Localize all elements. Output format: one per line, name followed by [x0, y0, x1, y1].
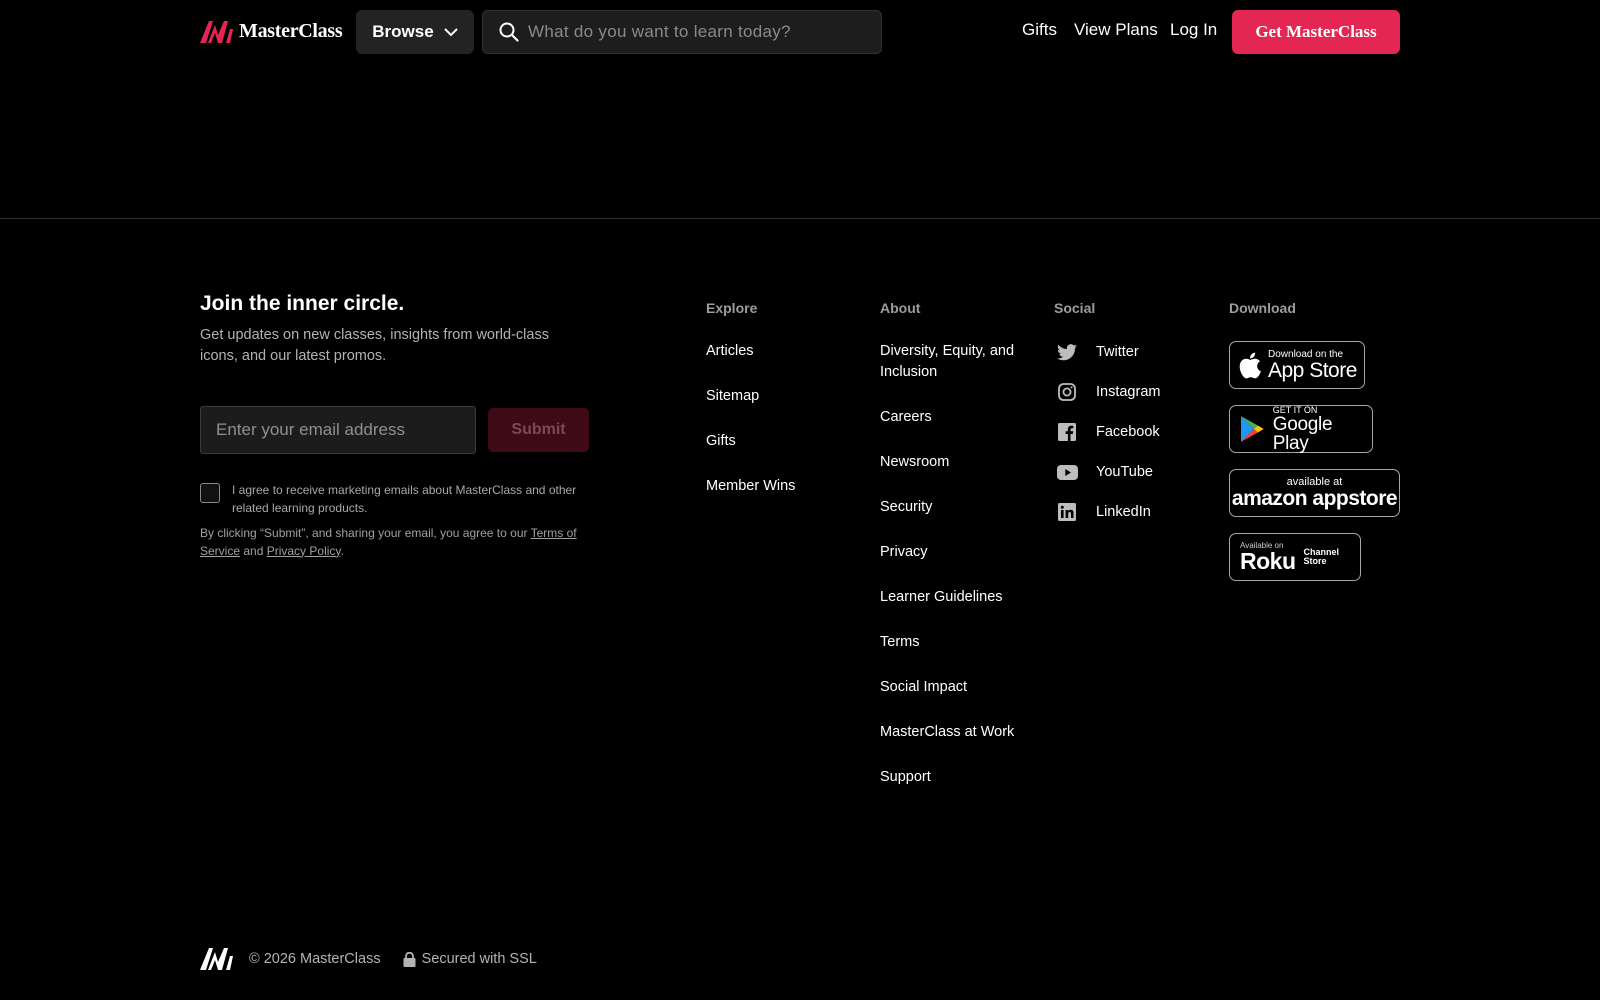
about-link-security[interactable]: Security [880, 497, 932, 518]
about-link-masterclass-at-work[interactable]: MasterClass at Work [880, 722, 1014, 743]
linkedin-icon [1056, 501, 1078, 523]
apple-icon [1239, 352, 1261, 378]
search-input[interactable] [528, 22, 858, 42]
marketing-consent-checkbox[interactable] [200, 483, 220, 503]
lock-icon [403, 951, 416, 967]
about-link-support[interactable]: Support [880, 767, 931, 788]
nav-view-plans-link[interactable]: View Plans [1074, 20, 1158, 40]
instagram-icon [1056, 381, 1078, 403]
explore-link-sitemap[interactable]: Sitemap [706, 386, 759, 407]
roku-side: Channel Store [1303, 547, 1340, 566]
explore-link-articles[interactable]: Articles [706, 341, 754, 362]
google-play-text: GET IT ON Google Play [1272, 405, 1372, 454]
app-store-badge[interactable]: Download on the App Store [1229, 341, 1365, 389]
social-link-linkedin[interactable]: LinkedIn [1056, 501, 1151, 523]
legal-prefix: By clicking “Submit”, and sharing your e… [200, 526, 531, 540]
amazon-small: available at [1286, 475, 1343, 488]
masterclass-logo-icon [200, 20, 233, 43]
about-link-terms[interactable]: Terms [880, 632, 919, 653]
twitter-icon [1056, 341, 1078, 363]
legal-text: By clicking “Submit”, and sharing your e… [200, 525, 590, 560]
email-field[interactable] [200, 406, 476, 454]
privacy-policy-link[interactable]: Privacy Policy [267, 544, 341, 558]
about-heading: About [880, 300, 921, 316]
masterclass-logo[interactable]: MasterClass [200, 20, 343, 43]
nav-log-in-link[interactable]: Log In [1170, 20, 1217, 40]
legal-and: and [240, 543, 267, 558]
masterclass-mark-icon [200, 948, 233, 970]
chevron-down-icon [443, 27, 458, 36]
about-link-careers[interactable]: Careers [880, 407, 932, 428]
newsletter-description: Get updates on new classes, insights fro… [200, 327, 549, 364]
about-link-social-impact[interactable]: Social Impact [880, 677, 967, 698]
app-store-small: Download on the [1268, 348, 1344, 360]
submit-button[interactable]: Submit [488, 408, 589, 452]
about-link-newsroom[interactable]: Newsroom [880, 452, 949, 473]
app-store-big: App Store [1268, 358, 1357, 382]
amazon-appstore-badge[interactable]: available at amazon appstore [1229, 469, 1400, 517]
roku-channel-badge[interactable]: Available on Roku Channel Store [1229, 533, 1361, 581]
browse-button[interactable]: Browse [356, 10, 474, 54]
legal-suffix: . [340, 543, 344, 558]
social-label: Facebook [1096, 424, 1160, 440]
explore-link-member-wins[interactable]: Member Wins [706, 476, 795, 497]
app-store-text: Download on the App Store [1268, 348, 1357, 382]
search-icon [499, 22, 519, 42]
about-link-privacy[interactable]: Privacy [880, 542, 928, 563]
social-link-instagram[interactable]: Instagram [1056, 381, 1160, 403]
social-label: Twitter [1096, 344, 1139, 360]
social-link-facebook[interactable]: Facebook [1056, 421, 1160, 443]
google-play-icon [1240, 416, 1264, 442]
get-masterclass-button[interactable]: Get MasterClass [1232, 10, 1400, 54]
social-link-twitter[interactable]: Twitter [1056, 341, 1139, 363]
section-divider [0, 218, 1600, 219]
newsletter-title: Join the inner circle. [200, 292, 405, 315]
download-heading: Download [1229, 300, 1296, 316]
nav-gifts-link[interactable]: Gifts [1022, 20, 1057, 40]
google-play-badge[interactable]: GET IT ON Google Play [1229, 405, 1373, 453]
roku-big: Roku [1240, 547, 1296, 574]
search-bar [482, 10, 882, 54]
ssl-text: Secured with SSL [421, 951, 537, 967]
footer-bar: © 2026 MasterClass Secured with SSL [200, 948, 537, 970]
social-heading: Social [1054, 300, 1096, 316]
about-link-dei[interactable]: Diversity, Equity, and Inclusion [880, 341, 1030, 383]
about-link-learner-guidelines[interactable]: Learner Guidelines [880, 587, 1003, 608]
explore-heading: Explore [706, 300, 758, 316]
social-label: YouTube [1096, 464, 1153, 480]
browse-label: Browse [372, 22, 434, 41]
logo-text: MasterClass [239, 20, 343, 42]
roku-text: Available on Roku [1240, 541, 1296, 574]
social-label: LinkedIn [1096, 504, 1151, 520]
social-label: Instagram [1096, 384, 1161, 400]
youtube-icon [1056, 461, 1078, 483]
facebook-icon [1056, 421, 1078, 443]
social-link-youtube[interactable]: YouTube [1056, 461, 1153, 483]
copyright-text: © 2026 MasterClass [249, 951, 381, 967]
top-nav: MasterClass Browse Gifts View Plans Log … [0, 0, 1600, 64]
google-play-big: Google Play [1272, 413, 1333, 454]
consent-label: I agree to receive marketing emails abou… [232, 483, 577, 515]
amazon-big: amazon appstore [1231, 486, 1398, 510]
explore-link-gifts[interactable]: Gifts [706, 431, 736, 452]
